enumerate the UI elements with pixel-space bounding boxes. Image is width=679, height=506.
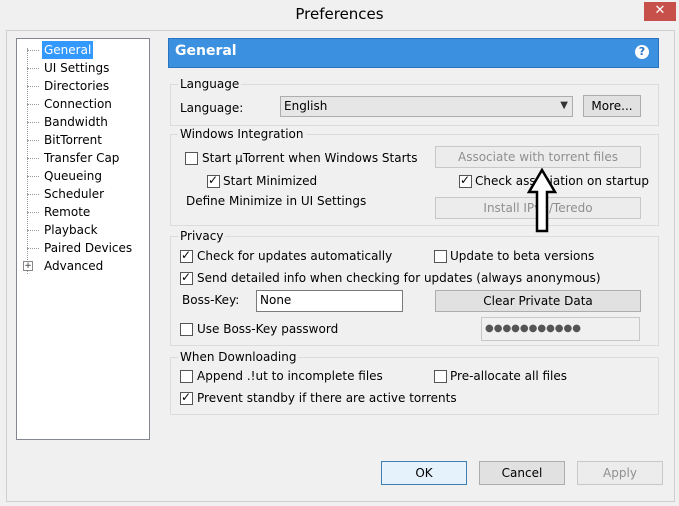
prevent-standby-label: Prevent standby if there are active torr… xyxy=(197,391,457,405)
ok-button[interactable]: OK xyxy=(381,461,467,485)
tree-item-label: Transfer Cap xyxy=(44,151,120,165)
beta-versions-checkbox[interactable] xyxy=(434,250,447,263)
use-boss-password-checkbox[interactable] xyxy=(180,323,193,336)
tree-item-label: Connection xyxy=(44,97,112,111)
tree-item-label: Paired Devices xyxy=(44,241,133,255)
append-ut-checkbox[interactable] xyxy=(180,370,193,383)
use-boss-password-label: Use Boss-Key password xyxy=(197,322,339,336)
category-tree: General UI Settings Directories Connecti… xyxy=(16,38,150,440)
windows-integration-group-title: Windows Integration xyxy=(178,127,306,141)
boss-key-input[interactable]: None xyxy=(256,290,403,312)
tree-guide-line xyxy=(27,48,28,274)
associate-torrent-files-button[interactable]: Associate with torrent files xyxy=(435,146,641,168)
tree-item-label: BitTorrent xyxy=(44,133,102,147)
language-select-value: English xyxy=(284,99,328,113)
check-association-label: Check association on startup xyxy=(475,174,649,188)
tree-item-label: Playback xyxy=(44,223,98,237)
section-header: General ? xyxy=(168,38,659,68)
annotation-arrow-icon xyxy=(526,168,558,233)
start-minimized-label: Start Minimized xyxy=(223,174,318,188)
check-updates-checkbox[interactable] xyxy=(180,248,193,263)
tree-item-label: Advanced xyxy=(44,259,104,273)
language-select[interactable]: English ▼ xyxy=(280,96,573,117)
start-with-windows-label: Start µTorrent when Windows Starts xyxy=(202,151,418,165)
help-icon[interactable]: ? xyxy=(635,45,649,59)
preallocate-checkbox[interactable] xyxy=(434,370,447,383)
language-group-title: Language xyxy=(178,77,242,91)
expand-icon[interactable]: + xyxy=(23,261,33,271)
when-downloading-group xyxy=(170,357,659,415)
preallocate-label: Pre-allocate all files xyxy=(450,369,567,383)
prevent-standby-checkbox[interactable] xyxy=(180,390,193,405)
boss-password-field[interactable]: ●●●●●●●●●●● xyxy=(481,317,640,341)
section-title: General xyxy=(175,43,237,59)
tree-item-label: Queueing xyxy=(44,169,102,183)
define-minimize-text: Define Minimize in UI Settings xyxy=(186,194,367,208)
check-association-checkbox[interactable] xyxy=(459,173,472,188)
privacy-group-title: Privacy xyxy=(178,229,226,243)
tree-item-label: Remote xyxy=(44,205,91,219)
close-button[interactable]: ✕ xyxy=(644,2,676,21)
window-title: Preferences xyxy=(295,5,384,23)
start-with-windows-checkbox[interactable] xyxy=(185,152,198,165)
tree-item-label: UI Settings xyxy=(44,61,110,75)
clear-private-data-button[interactable]: Clear Private Data xyxy=(435,290,641,312)
append-ut-label: Append .!ut to incomplete files xyxy=(197,369,383,383)
tree-item-label: Scheduler xyxy=(44,187,105,201)
send-info-checkbox[interactable] xyxy=(180,270,193,285)
when-downloading-group-title: When Downloading xyxy=(178,350,299,364)
beta-versions-label: Update to beta versions xyxy=(450,249,595,263)
more-languages-button[interactable]: More... xyxy=(583,95,641,117)
tree-item-label: Bandwidth xyxy=(44,115,108,129)
language-label: Language: xyxy=(180,101,244,115)
send-info-label: Send detailed info when checking for upd… xyxy=(197,271,601,285)
start-minimized-checkbox[interactable] xyxy=(207,173,220,188)
check-updates-label: Check for updates automatically xyxy=(197,249,393,263)
tree-item-label: Directories xyxy=(44,79,110,93)
boss-key-label: Boss-Key: xyxy=(182,293,240,307)
tree-item-label: General xyxy=(42,41,94,59)
apply-button[interactable]: Apply xyxy=(577,461,663,485)
close-icon: ✕ xyxy=(654,3,666,18)
cancel-button[interactable]: Cancel xyxy=(479,461,565,485)
chevron-down-icon: ▼ xyxy=(560,100,568,111)
